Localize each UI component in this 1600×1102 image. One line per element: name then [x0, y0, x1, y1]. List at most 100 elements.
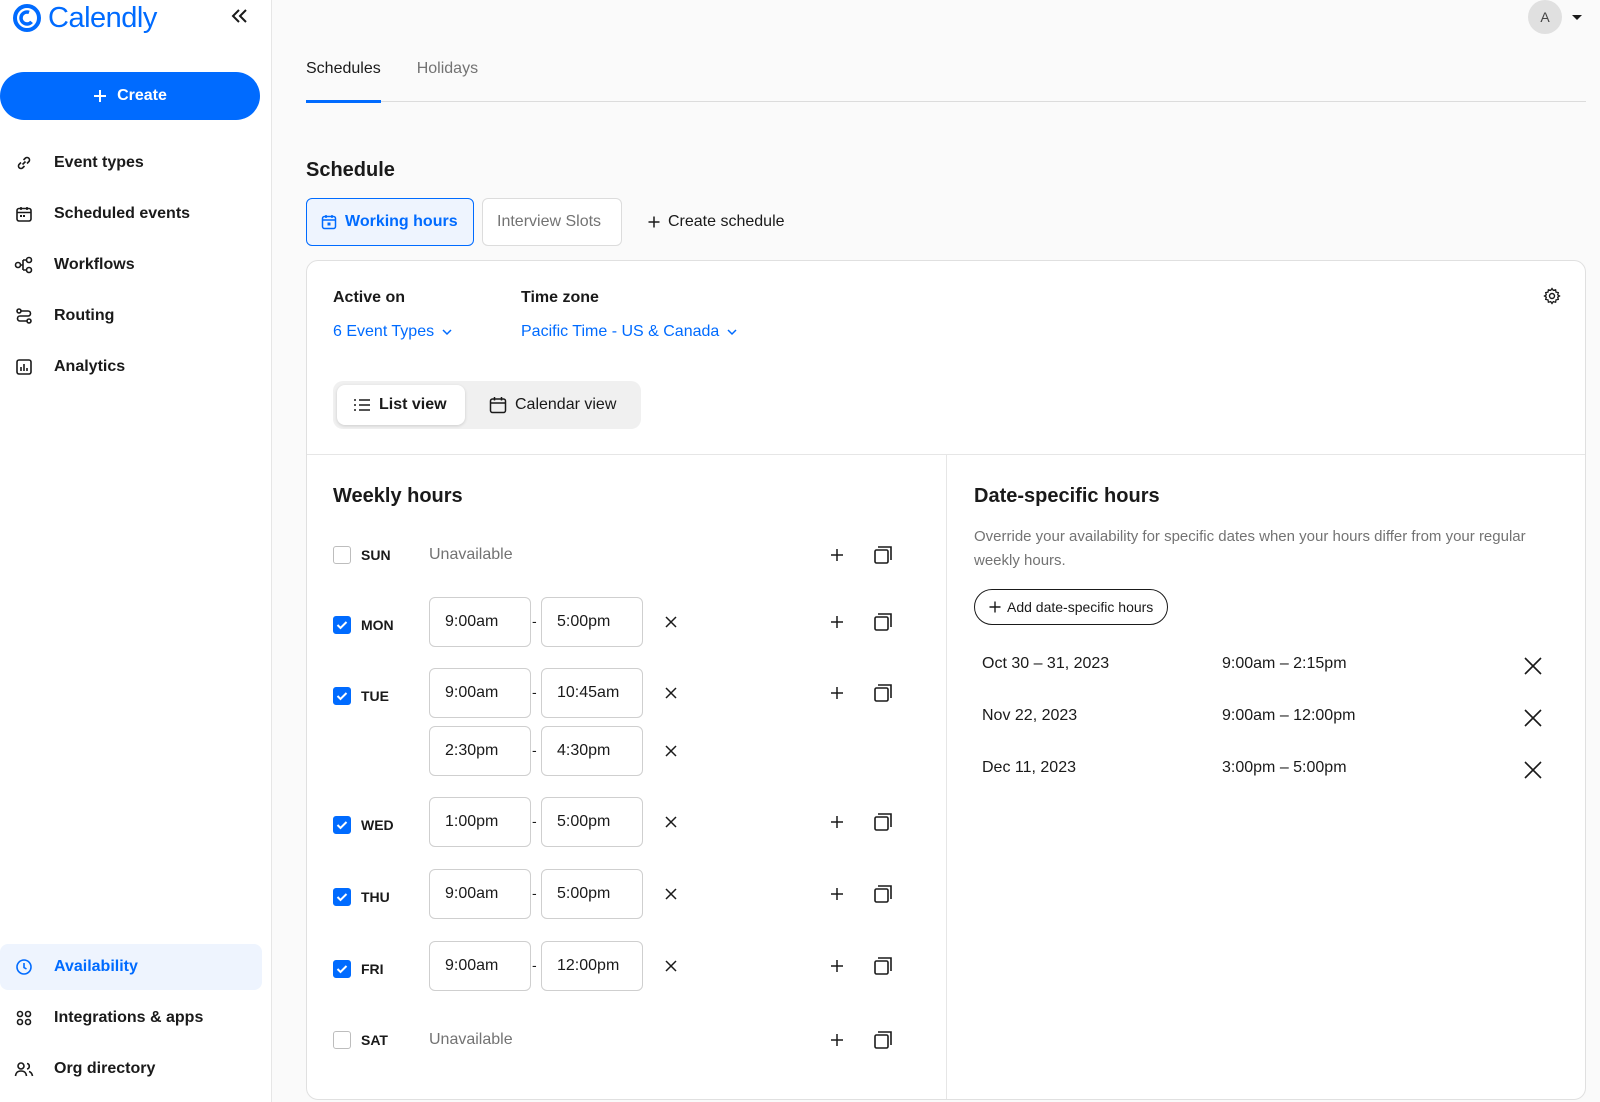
add-slot-button[interactable]	[825, 1028, 849, 1052]
weekly-hours-title: Weekly hours	[333, 485, 463, 507]
chevron-down-icon	[727, 329, 737, 336]
close-icon	[665, 888, 677, 900]
copy-icon[interactable]	[871, 882, 895, 906]
list-view-button[interactable]: List view	[337, 385, 465, 425]
date-specific-range: 9:00am – 2:15pm	[1222, 655, 1347, 672]
schedule-settings: Active on 6 Event Types Time zone Pacifi…	[307, 261, 1585, 455]
timezone-dropdown[interactable]: Pacific Time - US & Canada	[521, 323, 737, 341]
copy-icon[interactable]	[871, 681, 895, 705]
end-time-input[interactable]: 5:00pm	[541, 797, 643, 847]
remove-slot-button[interactable]	[659, 739, 683, 763]
date-specific-date: Dec 11, 2023	[982, 759, 1076, 776]
plus-icon	[831, 687, 843, 699]
tab-schedules[interactable]: Schedules	[306, 56, 381, 103]
start-time-input[interactable]: 1:00pm	[429, 797, 531, 847]
copy-icon[interactable]	[871, 1028, 895, 1052]
day-checkbox-tue[interactable]	[333, 687, 351, 705]
create-button[interactable]: Create	[0, 72, 260, 120]
analytics-icon	[14, 357, 34, 377]
sidebar-item-availability[interactable]: Availability	[0, 944, 262, 990]
start-time-input[interactable]: 9:00am	[429, 668, 531, 718]
add-slot-button[interactable]	[825, 681, 849, 705]
create-schedule-button[interactable]: Create schedule	[634, 198, 799, 246]
day-checkbox-mon[interactable]	[333, 616, 351, 634]
start-time-input[interactable]: 9:00am	[429, 597, 531, 647]
gear-icon[interactable]	[1543, 287, 1561, 310]
add-slot-button[interactable]	[825, 882, 849, 906]
day-checkbox-sun[interactable]	[333, 546, 351, 564]
plus-icon	[648, 216, 660, 228]
unavailable-text: Unavailable	[429, 1031, 513, 1048]
start-time-input[interactable]: 2:30pm	[429, 726, 531, 776]
caret-down-icon[interactable]	[1571, 10, 1583, 28]
calendly-logo[interactable]: Calendly	[12, 0, 157, 36]
add-slot-button[interactable]	[825, 543, 849, 567]
sidebar-item-integrations[interactable]: Integrations & apps	[0, 995, 262, 1041]
close-icon	[665, 816, 677, 828]
remove-slot-button[interactable]	[659, 882, 683, 906]
double-chevron-left-icon	[231, 9, 247, 23]
day-label: WED	[361, 817, 394, 833]
sidebar-item-routing[interactable]: Routing	[0, 293, 262, 339]
end-time-input[interactable]: 10:45am	[541, 668, 643, 718]
day-checkbox-fri[interactable]	[333, 960, 351, 978]
clock-icon	[14, 957, 34, 977]
check-icon	[336, 692, 348, 701]
date-specific-range: 9:00am – 12:00pm	[1222, 707, 1356, 724]
add-slot-button[interactable]	[825, 954, 849, 978]
day-label: SAT	[361, 1032, 388, 1048]
add-slot-button[interactable]	[825, 810, 849, 834]
copy-icon[interactable]	[871, 810, 895, 834]
collapse-sidebar-button[interactable]	[228, 4, 252, 28]
remove-slot-button[interactable]	[659, 610, 683, 634]
remove-slot-button[interactable]	[659, 810, 683, 834]
add-date-specific-button[interactable]: Add date-specific hours	[974, 589, 1169, 625]
sidebar-item-org-directory[interactable]: Org directory	[0, 1046, 262, 1092]
add-slot-button[interactable]	[825, 610, 849, 634]
sidebar-item-event-types[interactable]: Event types	[0, 140, 262, 186]
day-label: THU	[361, 889, 390, 905]
calendar-view-label: Calendar view	[515, 396, 617, 413]
grid-icon	[14, 1008, 34, 1028]
date-specific-row: Dec 11, 2023 3:00pm – 5:00pm	[982, 755, 1562, 785]
calendly-logo-icon	[12, 3, 42, 33]
copy-icon[interactable]	[871, 610, 895, 634]
sidebar-item-analytics[interactable]: Analytics	[0, 344, 262, 390]
day-checkbox-sat[interactable]	[333, 1031, 351, 1049]
time-separator: -	[532, 813, 537, 829]
close-icon[interactable]	[1520, 653, 1546, 679]
start-time-input[interactable]: 9:00am	[429, 941, 531, 991]
end-time-input[interactable]: 4:30pm	[541, 726, 643, 776]
timezone-value: Pacific Time - US & Canada	[521, 323, 720, 340]
close-icon	[665, 687, 677, 699]
end-time-input[interactable]: 5:00pm	[541, 597, 643, 647]
date-specific-row: Oct 30 – 31, 2023 9:00am – 2:15pm	[982, 651, 1562, 681]
end-time-input[interactable]: 12:00pm	[541, 941, 643, 991]
working-hours-button[interactable]: Working hours	[306, 198, 474, 246]
day-checkbox-thu[interactable]	[333, 888, 351, 906]
close-icon	[665, 960, 677, 972]
calendar-view-button[interactable]: Calendar view	[473, 385, 632, 425]
sidebar-item-scheduled-events[interactable]: Scheduled events	[0, 191, 262, 237]
active-on-dropdown[interactable]: 6 Event Types	[333, 323, 452, 341]
start-time-input[interactable]: 9:00am	[429, 869, 531, 919]
sidebar-item-label: Availability	[54, 958, 138, 975]
check-icon	[336, 965, 348, 974]
remove-slot-button[interactable]	[659, 954, 683, 978]
copy-icon[interactable]	[871, 954, 895, 978]
day-checkbox-wed[interactable]	[333, 816, 351, 834]
end-time-input[interactable]: 5:00pm	[541, 869, 643, 919]
interview-slots-button[interactable]: Interview Slots	[482, 198, 622, 246]
time-separator: -	[532, 613, 537, 629]
copy-icon[interactable]	[871, 543, 895, 567]
remove-slot-button[interactable]	[659, 681, 683, 705]
check-icon	[336, 621, 348, 630]
close-icon[interactable]	[1520, 757, 1546, 783]
tab-holidays[interactable]: Holidays	[417, 56, 478, 102]
date-specific-date: Nov 22, 2023	[982, 707, 1078, 724]
avatar[interactable]: A	[1528, 0, 1562, 34]
sidebar-item-workflows[interactable]: Workflows	[0, 242, 262, 288]
close-icon[interactable]	[1520, 705, 1546, 731]
plus-icon	[94, 90, 107, 102]
plus-icon	[831, 888, 843, 900]
